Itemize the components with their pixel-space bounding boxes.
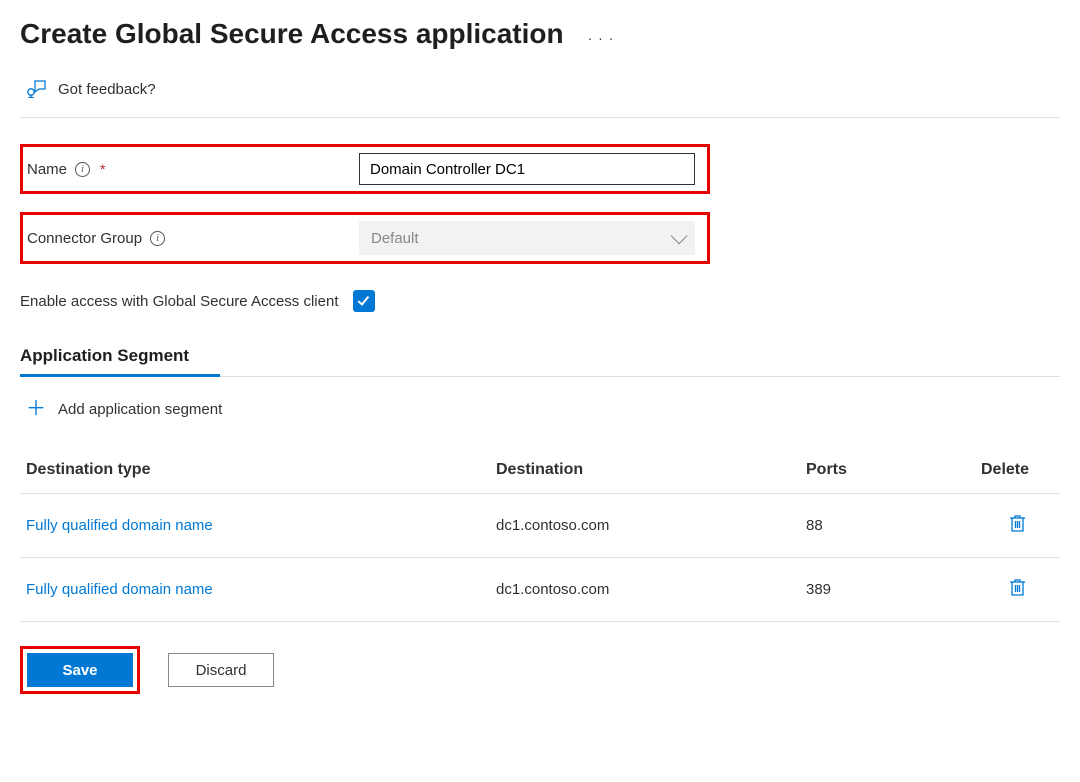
- feedback-label: Got feedback?: [58, 81, 156, 98]
- footer-actions: Save Discard: [20, 646, 1060, 694]
- delete-icon[interactable]: [1009, 514, 1026, 537]
- dest-type-link[interactable]: Fully qualified domain name: [20, 558, 490, 622]
- col-header-dest[interactable]: Destination: [490, 447, 800, 494]
- table-row: Fully qualified domain namedc1.contoso.c…: [20, 494, 1060, 558]
- table-row: Fully qualified domain namedc1.contoso.c…: [20, 558, 1060, 622]
- tab-underline: [20, 374, 220, 377]
- dest-cell: dc1.contoso.com: [490, 494, 800, 558]
- info-icon[interactable]: i: [150, 231, 165, 246]
- save-highlight: Save: [20, 646, 140, 694]
- col-header-type[interactable]: Destination type: [20, 447, 490, 494]
- connector-group-select[interactable]: Default: [359, 221, 695, 255]
- page-title: Create Global Secure Access application: [20, 18, 564, 50]
- name-input[interactable]: [359, 153, 695, 185]
- more-icon[interactable]: · · ·: [588, 22, 615, 46]
- col-header-ports[interactable]: Ports: [800, 447, 975, 494]
- segment-table: Destination type Destination Ports Delet…: [20, 447, 1060, 622]
- field-group-label: Connector Group i: [27, 230, 359, 247]
- add-segment-button[interactable]: ＋ Add application segment: [20, 399, 1060, 419]
- feedback-link[interactable]: Got feedback?: [20, 72, 1060, 118]
- info-icon[interactable]: i: [75, 162, 90, 177]
- ports-cell: 88: [800, 494, 975, 558]
- field-name-row: Name i *: [20, 144, 710, 194]
- dest-cell: dc1.contoso.com: [490, 558, 800, 622]
- enable-access-checkbox[interactable]: [353, 290, 375, 312]
- delete-icon[interactable]: [1009, 578, 1026, 601]
- plus-icon: ＋: [26, 399, 46, 419]
- enable-access-label: Enable access with Global Secure Access …: [20, 293, 339, 310]
- check-icon: [358, 293, 370, 305]
- feedback-icon: [26, 78, 48, 101]
- field-group-row: Connector Group i Default: [20, 212, 710, 264]
- save-button[interactable]: Save: [27, 653, 133, 687]
- page-header: Create Global Secure Access application …: [20, 18, 1060, 50]
- col-header-delete: Delete: [975, 447, 1060, 494]
- discard-button[interactable]: Discard: [168, 653, 274, 687]
- chevron-down-icon: [671, 227, 688, 244]
- segment-tab[interactable]: Application Segment: [20, 346, 1060, 377]
- field-name-label: Name i *: [27, 161, 359, 178]
- connector-group-value: Default: [371, 230, 419, 247]
- enable-access-row: Enable access with Global Secure Access …: [20, 290, 1060, 312]
- ports-cell: 389: [800, 558, 975, 622]
- dest-type-link[interactable]: Fully qualified domain name: [20, 494, 490, 558]
- required-star-icon: *: [100, 161, 105, 177]
